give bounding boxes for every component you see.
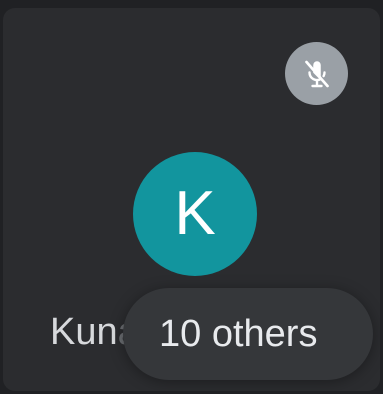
participant-name-visible: Kun (50, 311, 118, 353)
participant-tile[interactable]: K Kunal 10 others (3, 8, 380, 391)
participant-avatar: K (133, 152, 257, 276)
others-label: 10 others (159, 313, 318, 355)
mic-off-icon (285, 42, 348, 105)
avatar-initial: K (174, 179, 216, 248)
others-button[interactable]: 10 others (123, 288, 373, 380)
